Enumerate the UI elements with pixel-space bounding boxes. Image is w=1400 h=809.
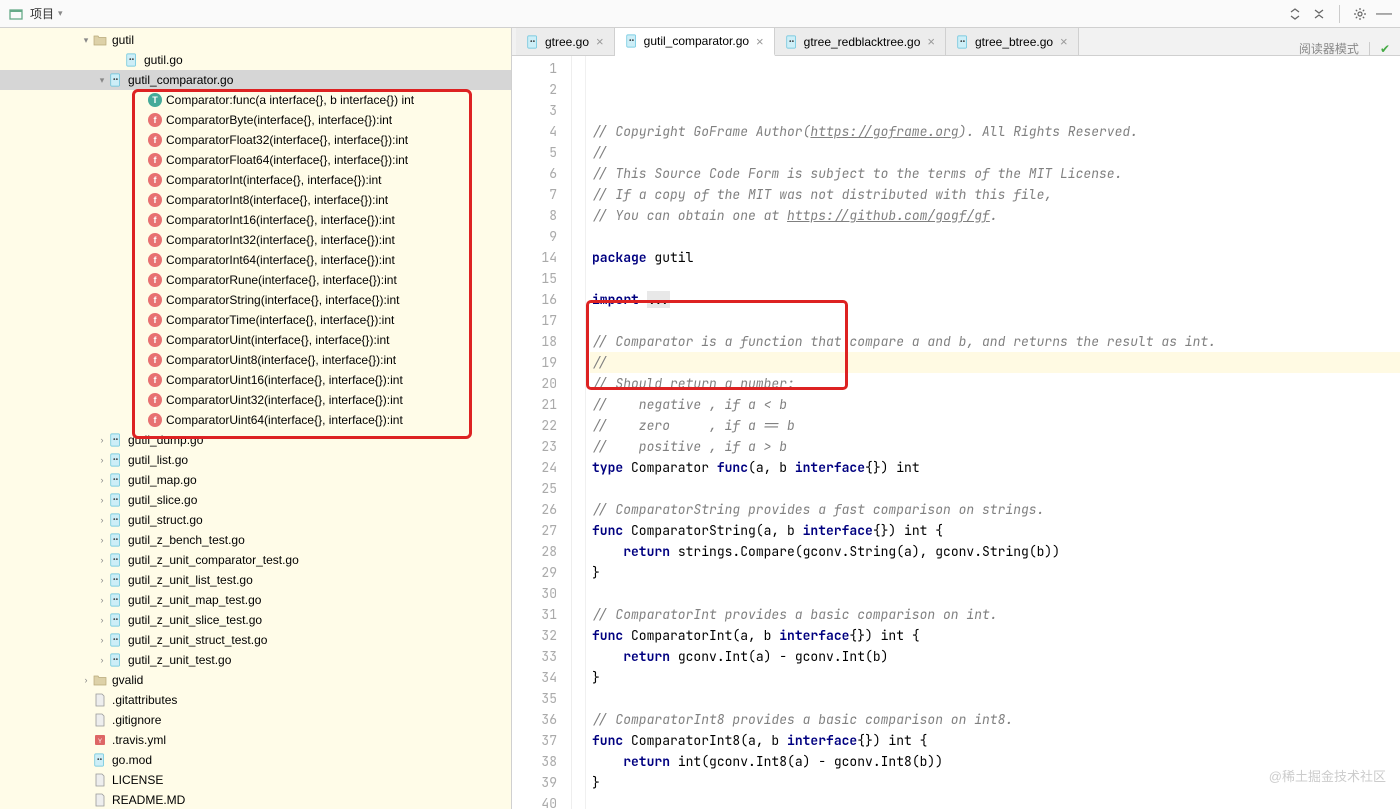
- code-line-19[interactable]: // zero , if a == b: [590, 415, 1400, 436]
- code-line-37[interactable]: [590, 793, 1400, 809]
- tree-item[interactable]: ›gutil_z_unit_slice_test.go: [0, 610, 511, 630]
- code-line-33[interactable]: // ComparatorInt8 provides a basic compa…: [590, 709, 1400, 730]
- toolbar: 项目 —: [0, 0, 1400, 28]
- code-line-9[interactable]: import ...: [590, 289, 1400, 310]
- editor-area: gtree.go×gutil_comparator.go×gtree_redbl…: [512, 28, 1400, 809]
- expand-all-icon[interactable]: [1287, 6, 1303, 22]
- tree-item[interactable]: fComparatorUint64(interface{}, interface…: [0, 410, 511, 430]
- tree-item[interactable]: fComparatorTime(interface{}, interface{}…: [0, 310, 511, 330]
- code-line-28[interactable]: // ComparatorInt provides a basic compar…: [590, 604, 1400, 625]
- code-line-27[interactable]: [590, 583, 1400, 604]
- code-line-5[interactable]: // You can obtain one at https://github.…: [590, 205, 1400, 226]
- close-icon[interactable]: ×: [596, 34, 604, 49]
- tree-item[interactable]: fComparatorInt16(interface{}, interface{…: [0, 210, 511, 230]
- tree-item[interactable]: LICENSE: [0, 770, 511, 790]
- tree-item[interactable]: fComparatorRune(interface{}, interface{}…: [0, 270, 511, 290]
- code-line-31[interactable]: }: [590, 667, 1400, 688]
- code-line-20[interactable]: // positive , if a > b: [590, 436, 1400, 457]
- tree-item[interactable]: ›gvalid: [0, 670, 511, 690]
- tree-item[interactable]: gutil.go: [0, 50, 511, 70]
- code-line-25[interactable]: return strings.Compare(gconv.String(a), …: [590, 541, 1400, 562]
- tree-item[interactable]: ›gutil_z_unit_map_test.go: [0, 590, 511, 610]
- check-icon: ✔: [1380, 42, 1390, 56]
- tree-item[interactable]: .gitignore: [0, 710, 511, 730]
- tree-item[interactable]: fComparatorInt32(interface{}, interface{…: [0, 230, 511, 250]
- tree-item[interactable]: ›gutil_map.go: [0, 470, 511, 490]
- code-line-1[interactable]: // Copyright GoFrame Author(https://gofr…: [590, 121, 1400, 142]
- editor-tabs: gtree.go×gutil_comparator.go×gtree_redbl…: [512, 28, 1400, 56]
- close-icon[interactable]: ×: [756, 34, 764, 49]
- tree-item[interactable]: ›gutil_slice.go: [0, 490, 511, 510]
- tree-item[interactable]: fComparatorString(interface{}, interface…: [0, 290, 511, 310]
- tab-gutil_comparator-go[interactable]: gutil_comparator.go×: [615, 28, 775, 56]
- tree-item[interactable]: fComparatorUint8(interface{}, interface{…: [0, 350, 511, 370]
- tree-item[interactable]: ›gutil_z_unit_list_test.go: [0, 570, 511, 590]
- tree-item[interactable]: ›gutil_z_unit_test.go: [0, 650, 511, 670]
- tree-item[interactable]: fComparatorFloat32(interface{}, interfac…: [0, 130, 511, 150]
- close-icon[interactable]: ×: [927, 34, 935, 49]
- hide-icon[interactable]: —: [1376, 6, 1392, 22]
- tree-item[interactable]: README.MD: [0, 790, 511, 809]
- code-line-30[interactable]: return gconv.Int(a) - gconv.Int(b): [590, 646, 1400, 667]
- code-line-32[interactable]: [590, 688, 1400, 709]
- code-line-35[interactable]: return int(gconv.Int8(a) - gconv.Int8(b)…: [590, 751, 1400, 772]
- code-line-24[interactable]: func ComparatorString(a, b interface{}) …: [590, 520, 1400, 541]
- project-icon[interactable]: [8, 6, 24, 22]
- code-line-14[interactable]: [590, 310, 1400, 331]
- tree-item[interactable]: fComparatorInt64(interface{}, interface{…: [0, 250, 511, 270]
- close-icon[interactable]: ×: [1060, 34, 1068, 49]
- code-line-21[interactable]: type Comparator func(a, b interface{}) i…: [590, 457, 1400, 478]
- code-line-6[interactable]: [590, 226, 1400, 247]
- tab-gtree-go[interactable]: gtree.go×: [516, 28, 615, 55]
- tree-item[interactable]: go.mod: [0, 750, 511, 770]
- code-line-2[interactable]: //: [590, 142, 1400, 163]
- code-line-8[interactable]: [590, 268, 1400, 289]
- tree-item[interactable]: .gitattributes: [0, 690, 511, 710]
- code-line-16[interactable]: //: [590, 352, 1400, 373]
- reader-mode-toggle[interactable]: 阅读器模式 ✔: [1299, 40, 1390, 57]
- code-line-29[interactable]: func ComparatorInt(a, b interface{}) int…: [590, 625, 1400, 646]
- line-gutter: 1234567891415161718192021222324252627282…: [512, 56, 572, 809]
- tree-item[interactable]: fComparatorInt(interface{}, interface{})…: [0, 170, 511, 190]
- tree-item[interactable]: ›gutil_z_unit_comparator_test.go: [0, 550, 511, 570]
- tree-item[interactable]: fComparatorFloat64(interface{}, interfac…: [0, 150, 511, 170]
- tree-item[interactable]: fComparatorByte(interface{}, interface{}…: [0, 110, 511, 130]
- tree-item[interactable]: fComparatorUint32(interface{}, interface…: [0, 390, 511, 410]
- svg-text:Y: Y: [98, 739, 102, 745]
- code-line-18[interactable]: // negative , if a < b: [590, 394, 1400, 415]
- code-line-15[interactable]: // Comparator is a function that compare…: [590, 331, 1400, 352]
- code-line-7[interactable]: package gutil: [590, 247, 1400, 268]
- code-line-4[interactable]: // If a copy of the MIT was not distribu…: [590, 184, 1400, 205]
- tree-item[interactable]: TComparator:func(a interface{}, b interf…: [0, 90, 511, 110]
- code-content[interactable]: // Copyright GoFrame Author(https://gofr…: [586, 56, 1400, 809]
- tree-item[interactable]: ▾gutil: [0, 30, 511, 50]
- tree-item[interactable]: ›gutil_z_bench_test.go: [0, 530, 511, 550]
- tree-item[interactable]: ›gutil_z_unit_struct_test.go: [0, 630, 511, 650]
- collapse-all-icon[interactable]: [1311, 6, 1327, 22]
- tab-gtree_btree-go[interactable]: gtree_btree.go×: [946, 28, 1079, 55]
- fold-column: [572, 56, 586, 809]
- tree-item[interactable]: ▾gutil_comparator.go: [0, 70, 511, 90]
- project-tree[interactable]: ▾gutilgutil.go▾gutil_comparator.goTCompa…: [0, 28, 512, 809]
- tree-item[interactable]: Y.travis.yml: [0, 730, 511, 750]
- tree-item[interactable]: fComparatorInt8(interface{}, interface{}…: [0, 190, 511, 210]
- tree-item[interactable]: ›gutil_dump.go: [0, 430, 511, 450]
- tree-item[interactable]: ›gutil_list.go: [0, 450, 511, 470]
- code-line-17[interactable]: // Should return a number:: [590, 373, 1400, 394]
- code-line-22[interactable]: [590, 478, 1400, 499]
- tree-item[interactable]: fComparatorUint16(interface{}, interface…: [0, 370, 511, 390]
- project-selector[interactable]: 项目: [30, 5, 63, 22]
- code-line-36[interactable]: }: [590, 772, 1400, 793]
- code-line-26[interactable]: }: [590, 562, 1400, 583]
- tab-gtree_redblacktree-go[interactable]: gtree_redblacktree.go×: [775, 28, 946, 55]
- code-line-23[interactable]: // ComparatorString provides a fast comp…: [590, 499, 1400, 520]
- code-editor[interactable]: 1234567891415161718192021222324252627282…: [512, 56, 1400, 809]
- tree-item[interactable]: fComparatorUint(interface{}, interface{}…: [0, 330, 511, 350]
- tree-item[interactable]: ›gutil_struct.go: [0, 510, 511, 530]
- gear-icon[interactable]: [1352, 6, 1368, 22]
- code-line-3[interactable]: // This Source Code Form is subject to t…: [590, 163, 1400, 184]
- code-line-34[interactable]: func ComparatorInt8(a, b interface{}) in…: [590, 730, 1400, 751]
